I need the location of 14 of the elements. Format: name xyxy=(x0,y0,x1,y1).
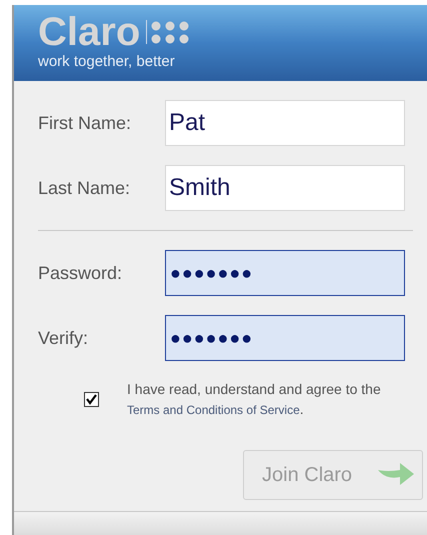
logo: Claro xyxy=(38,11,140,53)
tagline: work together, better xyxy=(38,53,176,71)
terms-link[interactable]: Terms and Conditions of Service xyxy=(127,403,300,417)
checkmark-icon xyxy=(86,394,97,405)
input-field[interactable]: Pat xyxy=(165,100,405,146)
agreement-text: I have read, understand and agree to the Terms and Conditions of Service. xyxy=(127,380,382,419)
password-field[interactable]: ●●●●●●● xyxy=(165,250,405,296)
input-field[interactable]: Smith xyxy=(165,165,405,211)
field-label: Verify: xyxy=(38,326,90,350)
field-label: Password: xyxy=(38,262,124,284)
field-label: First Name: xyxy=(38,112,132,134)
password-field[interactable]: ●●●●●●● xyxy=(165,315,405,361)
agree-checkbox[interactable] xyxy=(84,392,99,407)
field-label: Last Name: xyxy=(38,176,132,200)
